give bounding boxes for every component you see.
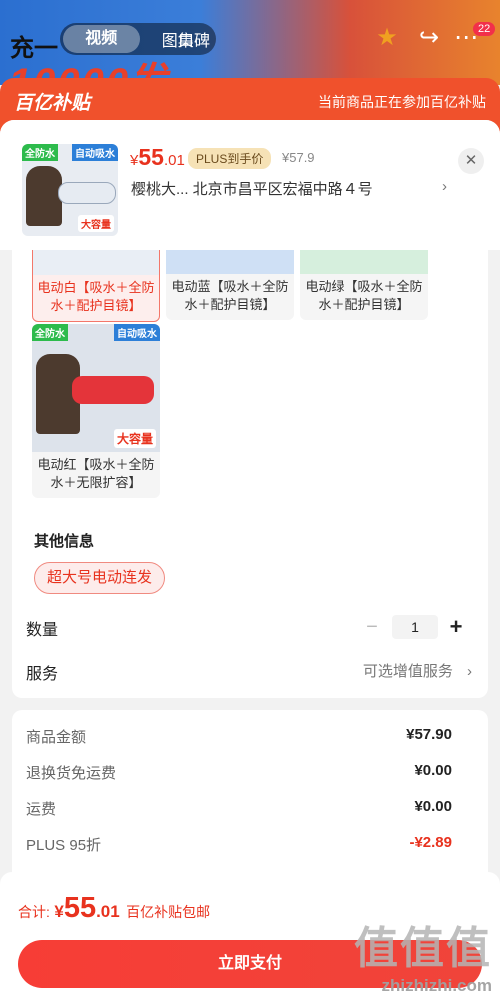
close-icon[interactable]: ✕ [458,148,484,174]
thumb-tag-waterproof: 全防水 [22,144,58,161]
quantity-stepper: − 1 + [360,614,466,640]
delivery-address[interactable]: 樱桃大... 北京市昌平区宏福中路４号 [131,178,471,199]
plus-price-tag: PLUS到手价 [188,148,272,169]
cost-row-shipping: 运费 ¥0.00 [26,798,452,818]
order-total: 合计: ¥55.01 百亿补贴包邮 [18,892,211,924]
quantity-minus-button[interactable]: − [360,616,384,639]
quantity-plus-button[interactable]: + [446,614,466,640]
service-selector[interactable]: 可选增值服务 › [363,660,472,681]
share-icon[interactable]: ↪ [415,24,443,52]
variant-label: 电动红【吸水＋全防水＋无限扩容】 [37,457,155,490]
variant-option-red[interactable]: 全防水 自动吸水 大容量 电动红【吸水＋全防水＋无限扩容】 [32,324,160,498]
media-tabs: 视频 图集 口碑 [60,23,216,55]
quantity-label: 数量 [26,622,59,639]
cart-badge: 22 [473,22,496,36]
variant-image: 全防水 自动吸水 大容量 [32,324,160,452]
variant-options: 电动白【吸水＋全防水＋配护目镜】 电动蓝【吸水＋全防水＋配护目镜】 电动绿【吸水… [12,220,488,698]
quantity-input[interactable]: 1 [392,615,438,639]
subsidy-note: 当前商品正在参加百亿补贴 [318,94,486,110]
shipping-note: 百亿补贴包邮 [126,904,211,920]
product-price: ¥55.01 [130,144,185,170]
option-chip[interactable]: 超大号电动连发 [34,562,166,594]
watermark-url: zhizhizhi.com [381,976,493,995]
subsidy-logo: 百亿补贴 [14,93,91,114]
product-thumbnail: 全防水 自动吸水 大容量 [22,144,118,236]
tab-video[interactable]: 视频 [63,25,140,53]
site-watermark: 值值值 zhizhizhi.com [354,912,492,995]
star-icon[interactable]: ★ [373,24,401,52]
thumb-tag-auto: 自动吸水 [72,144,118,161]
chevron-right-icon[interactable]: › [442,178,447,195]
service-label: 服务 [26,666,59,683]
tab-reviews[interactable]: 口碑 [174,27,214,51]
variant-label: 电动绿【吸水＋全防水＋配护目镜】 [305,279,423,312]
variant-label: 电动蓝【吸水＋全防水＋配护目镜】 [171,279,289,312]
variant-label: 电动白【吸水＋全防水＋配护目镜】 [37,280,155,313]
original-price: ¥57.9 [282,150,315,165]
cost-row-return-shipping: 退换货免运费 ¥0.00 [26,762,452,782]
thumb-person [26,166,62,226]
watermark-logo: 值值值 [354,924,492,973]
service-value: 可选增值服务 [362,663,453,680]
product-summary: 全防水 自动吸水 大容量 ¥55.01 PLUS到手价 ¥57.9 樱桃大...… [0,120,500,250]
chevron-right-icon: › [467,663,472,680]
other-info-title: 其他信息 [34,533,95,550]
thumb-water-gun [58,182,116,204]
checkout-bar: 合计: ¥55.01 百亿补贴包邮 立即支付 值值值 zhizhizhi.com [0,872,500,995]
cost-row-subtotal: 商品金额 ¥57.90 [26,726,452,746]
thumb-caption: 大容量 [78,215,114,232]
cost-row-plus-discount: PLUS 95折 -¥2.89 [26,834,452,854]
